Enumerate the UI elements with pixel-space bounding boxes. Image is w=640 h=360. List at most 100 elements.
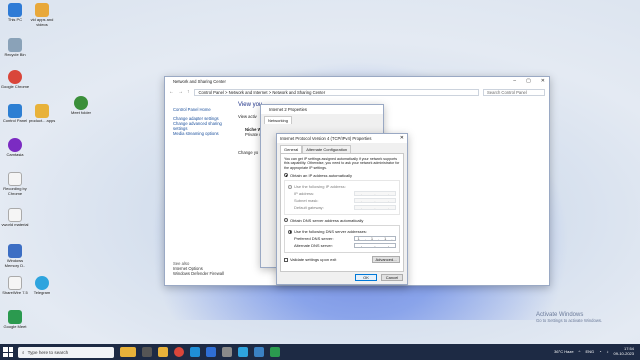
ip-group: Use the following IP address: IP address… [284, 179, 400, 215]
subnet-field: Subnet mask:... [294, 197, 396, 204]
validate-settings-checkbox[interactable]: Validate settings upon exit [284, 257, 336, 262]
this-pc-icon [8, 3, 22, 17]
desktop-icon[interactable]: Google Chrome [0, 70, 30, 90]
meet-icon[interactable] [270, 347, 280, 357]
desktop-icon[interactable]: ShareWire 7.5 [0, 276, 30, 296]
window-controls: – ▢ ✕ [513, 78, 545, 84]
sidebar-link-home[interactable]: Control Panel Home [173, 107, 225, 112]
file-icon [8, 172, 22, 186]
desktop-icon[interactable]: This PC [0, 3, 30, 23]
desktop-icon[interactable]: vworld material [0, 208, 30, 228]
desktop-icon[interactable]: Recycle Bin [0, 38, 30, 58]
desktop-icon[interactable]: vld apps and videos [27, 3, 57, 27]
checkbox-icon [284, 257, 288, 262]
sidebar-link-media[interactable]: Media streaming options [173, 131, 225, 136]
maximize-button[interactable]: ▢ [526, 78, 531, 84]
obtain-dns-auto-radio[interactable]: Obtain DNS server address automatically [284, 218, 400, 223]
wifi-icon[interactable]: ◔ [599, 349, 601, 354]
ipv4-title: Internet Protocol Version 4 (TCP/IPv4) P… [280, 136, 372, 141]
telegram-icon [35, 276, 49, 290]
window-title: Network and Sharing Center [173, 79, 226, 84]
tab-alternate-configuration[interactable]: Alternate Configuration [302, 145, 352, 153]
file-explorer-icon[interactable] [158, 347, 168, 357]
control-panel-icon [8, 104, 22, 118]
ip-address-input[interactable]: ... [354, 190, 396, 197]
radio-selected-icon [284, 173, 288, 178]
taskbar: ⌕ Type here to search 36°C Haze ^ ENG ◔ ♪… [0, 344, 640, 360]
camtasia-icon [8, 138, 22, 152]
volume-icon[interactable]: ♪ [607, 349, 609, 354]
minimize-button[interactable]: – [513, 78, 516, 84]
default-gateway-input[interactable]: ... [354, 204, 396, 211]
gateway-field: Default gateway:... [294, 204, 396, 211]
search-input[interactable]: Search Control Panel [483, 88, 545, 96]
preferred-dns-input[interactable]: 1.1.1. [354, 235, 396, 242]
activate-windows-watermark: Activate Windows Go to Settings to activ… [536, 312, 603, 323]
advanced-button[interactable]: Advanced... [372, 256, 400, 264]
folder-icon [35, 3, 49, 17]
ok-button[interactable]: OK [355, 274, 377, 281]
subnet-mask-input[interactable]: ... [354, 197, 396, 204]
desktop-icon[interactable]: Camtasia [0, 138, 30, 158]
cancel-button[interactable]: Cancel [381, 274, 403, 281]
clock[interactable]: 17:54 09-10-2023 [614, 346, 634, 356]
use-following-ip-radio[interactable]: Use the following IP address: [288, 184, 396, 189]
close-icon[interactable]: ✕ [400, 135, 404, 141]
up-arrow-icon[interactable]: ↑ [187, 89, 190, 95]
change-heading: Change yo [238, 150, 259, 155]
preferred-dns-field: Preferred DNS server: 1. 1. 1. [294, 235, 396, 242]
desktop-icon[interactable]: Telegram [27, 276, 57, 296]
back-arrow-icon[interactable]: ← [169, 89, 174, 95]
radio-icon [284, 218, 288, 223]
info-text: You can get IP settings assigned automat… [284, 157, 400, 170]
network-center-icon[interactable] [254, 347, 264, 357]
breadcrumb[interactable]: Control Panel > Network and Internet > N… [193, 88, 479, 96]
taskbar-widget-icon[interactable] [120, 347, 136, 357]
sidebar: Control Panel Home Change adapter settin… [173, 107, 225, 136]
properties-title: Internet 2 Properties [269, 107, 307, 112]
start-button[interactable] [3, 347, 13, 357]
file-icon [8, 208, 22, 222]
ip-address-field: IP address:... [294, 190, 396, 197]
use-following-dns-radio[interactable]: Use the following DNS server addresses: [288, 229, 396, 234]
breadcrumb-item[interactable]: Network and Sharing Center [272, 90, 325, 95]
language-indicator[interactable]: ENG [585, 349, 594, 354]
tab-general[interactable]: General [280, 145, 303, 153]
search-icon: ⌕ [22, 349, 25, 355]
weather-text[interactable]: 36°C Haze [554, 349, 573, 354]
chrome-icon [8, 70, 22, 84]
chrome-icon[interactable] [174, 347, 184, 357]
tab-networking[interactable]: Networking [264, 116, 293, 124]
ipv4-properties-dialog[interactable]: Internet Protocol Version 4 (TCP/IPv4) P… [276, 133, 408, 285]
meet-icon [74, 96, 88, 110]
close-button[interactable]: ✕ [541, 78, 545, 84]
see-also: See also Internet Options Windows Defend… [173, 261, 224, 276]
desktop-icon[interactable]: product... apps [27, 104, 57, 124]
obtain-ip-auto-radio[interactable]: Obtain an IP address automatically [284, 173, 400, 178]
telegram-icon[interactable] [238, 347, 248, 357]
task-view-icon[interactable] [142, 347, 152, 357]
chevron-up-icon[interactable]: ^ [579, 349, 581, 354]
file-icon [8, 276, 22, 290]
taskbar-search-input[interactable]: ⌕ Type here to search [18, 346, 114, 358]
sidebar-link-advanced-sharing[interactable]: Change advanced sharing settings [173, 121, 225, 131]
desktop-icon[interactable]: Windows Memory D.. [0, 244, 30, 268]
alternate-dns-input[interactable]: ... [354, 242, 396, 249]
window-titlebar: Network and Sharing Center [165, 77, 549, 86]
vscode-icon[interactable] [206, 347, 216, 357]
breadcrumb-item[interactable]: Control Panel [199, 90, 224, 95]
meet-icon [8, 310, 22, 324]
alternate-dns-field: Alternate DNS server:... [294, 242, 396, 249]
desktop-icon[interactable]: Google Meet [0, 310, 30, 330]
memory-diagnostic-icon [8, 244, 22, 258]
dns-group: Use the following DNS server addresses: … [284, 224, 400, 253]
breadcrumb-item[interactable]: Network and Internet [229, 90, 268, 95]
link-firewall[interactable]: Windows Defender Firewall [173, 271, 224, 276]
desktop-icon[interactable]: Recording by Chrome [0, 172, 30, 196]
edge-icon[interactable] [190, 347, 200, 357]
forward-arrow-icon[interactable]: → [178, 89, 183, 95]
desktop-icon[interactable]: Control Panel [0, 104, 30, 124]
desktop-icon[interactable]: Meet folder [66, 96, 96, 116]
main-heading: View you [238, 102, 263, 108]
app-icon[interactable] [222, 347, 232, 357]
